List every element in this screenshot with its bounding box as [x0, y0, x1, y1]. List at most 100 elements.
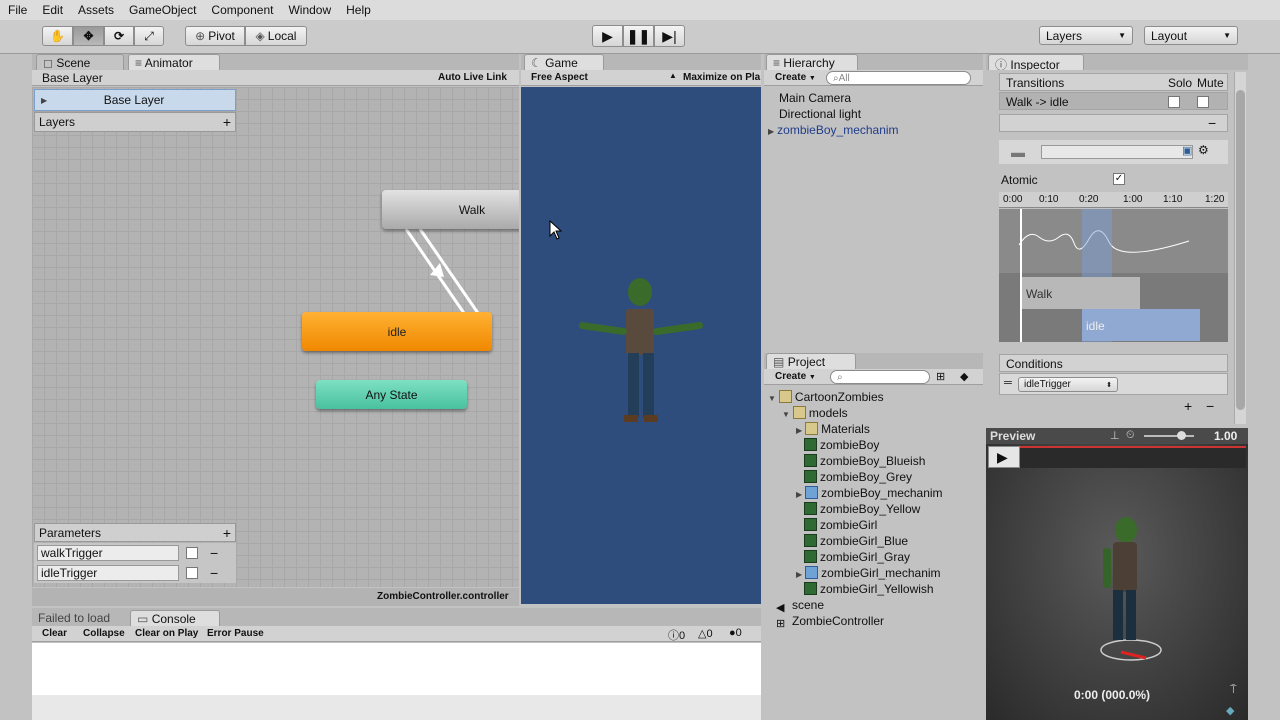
- aspect-dropdown[interactable]: Free Aspect: [531, 72, 588, 83]
- preview-timeline[interactable]: [1020, 446, 1246, 468]
- menu-edit[interactable]: Edit: [34, 3, 70, 17]
- add-layer-button[interactable]: +: [223, 114, 231, 130]
- speed-slider-thumb[interactable]: [1177, 431, 1186, 440]
- state-walk[interactable]: Walk: [382, 190, 519, 229]
- auto-live-link-button[interactable]: Auto Live Link: [438, 72, 507, 83]
- drag-handle-icon[interactable]: ═: [1004, 377, 1012, 389]
- info-count-toggle[interactable]: ⓘ0: [668, 627, 685, 643]
- animator-graph[interactable]: Walk idle Any State ▶ Base Layer Layers …: [32, 87, 519, 587]
- maximize-on-play-button[interactable]: Maximize on Pla: [683, 72, 761, 83]
- scrollbar-thumb[interactable]: [1236, 90, 1245, 410]
- console-detail[interactable]: [32, 695, 761, 720]
- remove-parameter-button[interactable]: −: [210, 545, 218, 561]
- timeline-ruler[interactable]: 0:00 0:10 0:20 1:00 1:10 1:20: [999, 192, 1228, 208]
- layer-base[interactable]: ▶ Base Layer: [34, 89, 236, 111]
- step-button[interactable]: ▶|: [654, 25, 685, 47]
- project-item[interactable]: ▶ zombieBoy_mechanim: [768, 485, 983, 501]
- expand-arrow-icon[interactable]: ▶: [796, 426, 802, 435]
- remove-condition-button[interactable]: −: [1206, 398, 1214, 414]
- local-button[interactable]: ◈ Local: [245, 26, 307, 46]
- parameter-name-field[interactable]: walkTrigger: [37, 545, 179, 561]
- rotate-tool-button[interactable]: ⟳: [104, 26, 134, 46]
- expand-arrow-icon[interactable]: ▼: [768, 394, 776, 403]
- filter-type-icon[interactable]: ⊞: [936, 370, 945, 383]
- add-parameter-button[interactable]: +: [223, 525, 231, 541]
- tab-inspector[interactable]: ⓘ Inspector: [988, 54, 1084, 72]
- timeline-view[interactable]: Walk idle: [999, 209, 1228, 342]
- tab-failed-to-load[interactable]: Failed to load: [38, 611, 110, 625]
- error-count-toggle[interactable]: ●0: [729, 627, 742, 639]
- menu-file[interactable]: File: [0, 3, 34, 17]
- hierarchy-item-zombieboy[interactable]: ▶ zombieBoy_mechanim: [768, 122, 983, 138]
- tag-icon[interactable]: ◆: [1226, 704, 1234, 717]
- expand-arrow-icon[interactable]: ▼: [782, 410, 790, 419]
- menu-component[interactable]: Component: [203, 3, 280, 17]
- parameter-name-field[interactable]: idleTrigger: [37, 565, 179, 581]
- inspector-scrollbar[interactable]: [1234, 72, 1246, 424]
- state-idle[interactable]: idle: [302, 312, 492, 351]
- hand-tool-button[interactable]: ✋: [42, 26, 73, 46]
- speed-slider[interactable]: [1144, 435, 1194, 437]
- parameter-checkbox[interactable]: [186, 547, 198, 559]
- tab-project[interactable]: ▤ Project: [766, 353, 856, 369]
- project-item[interactable]: ▶ Materials: [768, 421, 983, 437]
- solo-checkbox[interactable]: [1168, 96, 1180, 108]
- parameter-checkbox[interactable]: [186, 567, 198, 579]
- project-item[interactable]: zombieGirl: [768, 517, 983, 533]
- project-item[interactable]: ▼ CartoonZombies: [768, 389, 983, 405]
- project-item[interactable]: zombieBoy_Blueish: [768, 453, 983, 469]
- remove-parameter-button[interactable]: −: [210, 565, 218, 581]
- gear-icon[interactable]: ⚙: [1198, 143, 1209, 157]
- menu-assets[interactable]: Assets: [70, 3, 121, 17]
- layers-dropdown[interactable]: Layers ▼: [1039, 26, 1133, 45]
- warning-count-toggle[interactable]: △0: [698, 627, 713, 640]
- preview-play-button[interactable]: ▶: [988, 446, 1020, 468]
- pause-button[interactable]: ❚❚: [623, 25, 654, 47]
- remove-transition-button[interactable]: −: [1208, 115, 1216, 131]
- clear-on-play-button[interactable]: Clear on Play: [135, 628, 198, 639]
- tab-hierarchy[interactable]: ≡ Hierarchy: [766, 54, 858, 70]
- tab-scene[interactable]: ◻ Scene: [36, 54, 124, 70]
- project-item[interactable]: ◀ scene: [768, 597, 983, 614]
- condition-param-dropdown[interactable]: idleTrigger ⬍: [1018, 377, 1118, 392]
- project-item[interactable]: ⊞ ZombieController: [768, 613, 983, 630]
- console-log[interactable]: [32, 643, 761, 695]
- pivot-button[interactable]: ⊕ Pivot: [185, 26, 245, 46]
- project-search-input[interactable]: ⌕: [830, 370, 930, 384]
- layout-dropdown[interactable]: Layout ▼: [1144, 26, 1238, 45]
- tab-console[interactable]: ▭ Console: [130, 610, 220, 626]
- breadcrumb[interactable]: Base Layer: [42, 71, 103, 85]
- hierarchy-create-button[interactable]: Create ▼: [775, 72, 816, 83]
- play-button[interactable]: ▶: [592, 25, 623, 47]
- move-tool-button[interactable]: ✥: [73, 26, 104, 46]
- error-pause-button[interactable]: Error Pause: [207, 628, 264, 639]
- game-view[interactable]: [521, 87, 761, 604]
- hierarchy-item-directional-light[interactable]: Directional light: [779, 106, 983, 122]
- project-item[interactable]: zombieBoy_Grey: [768, 469, 983, 485]
- hierarchy-item-main-camera[interactable]: Main Camera: [779, 90, 983, 106]
- project-item[interactable]: zombieGirl_Yellowish: [768, 581, 983, 597]
- mute-checkbox[interactable]: [1197, 96, 1209, 108]
- preview-viewport[interactable]: ▶ 0:00 (000.0%) ⍑ ◆: [986, 444, 1248, 720]
- clear-button[interactable]: Clear: [42, 628, 67, 639]
- hierarchy-search-input[interactable]: ⌕All: [826, 71, 971, 85]
- filter-label-icon[interactable]: ◆: [960, 370, 968, 383]
- project-item[interactable]: ▼ models: [768, 405, 983, 421]
- menu-help[interactable]: Help: [338, 3, 378, 17]
- project-item[interactable]: ▶ zombieGirl_mechanim: [768, 565, 983, 581]
- project-create-button[interactable]: Create ▼: [775, 371, 816, 382]
- project-item[interactable]: zombieBoy: [768, 437, 983, 453]
- project-item[interactable]: zombieGirl_Blue: [768, 533, 983, 549]
- project-item[interactable]: zombieBoy_Yellow: [768, 501, 983, 517]
- tab-game[interactable]: ☾ Game: [524, 54, 604, 70]
- menu-gameobject[interactable]: GameObject: [121, 3, 203, 17]
- scale-tool-button[interactable]: ⤢: [134, 26, 164, 46]
- playhead[interactable]: [1020, 209, 1022, 342]
- state-any-state[interactable]: Any State: [316, 380, 467, 409]
- add-condition-button[interactable]: +: [1184, 398, 1192, 414]
- expand-arrow-icon[interactable]: ▶: [796, 570, 802, 579]
- help-icon[interactable]: ▣: [1182, 144, 1192, 157]
- collapse-button[interactable]: Collapse: [83, 628, 125, 639]
- expand-arrow-icon[interactable]: ▶: [796, 490, 802, 499]
- tab-animator[interactable]: ≡ Animator: [128, 54, 220, 70]
